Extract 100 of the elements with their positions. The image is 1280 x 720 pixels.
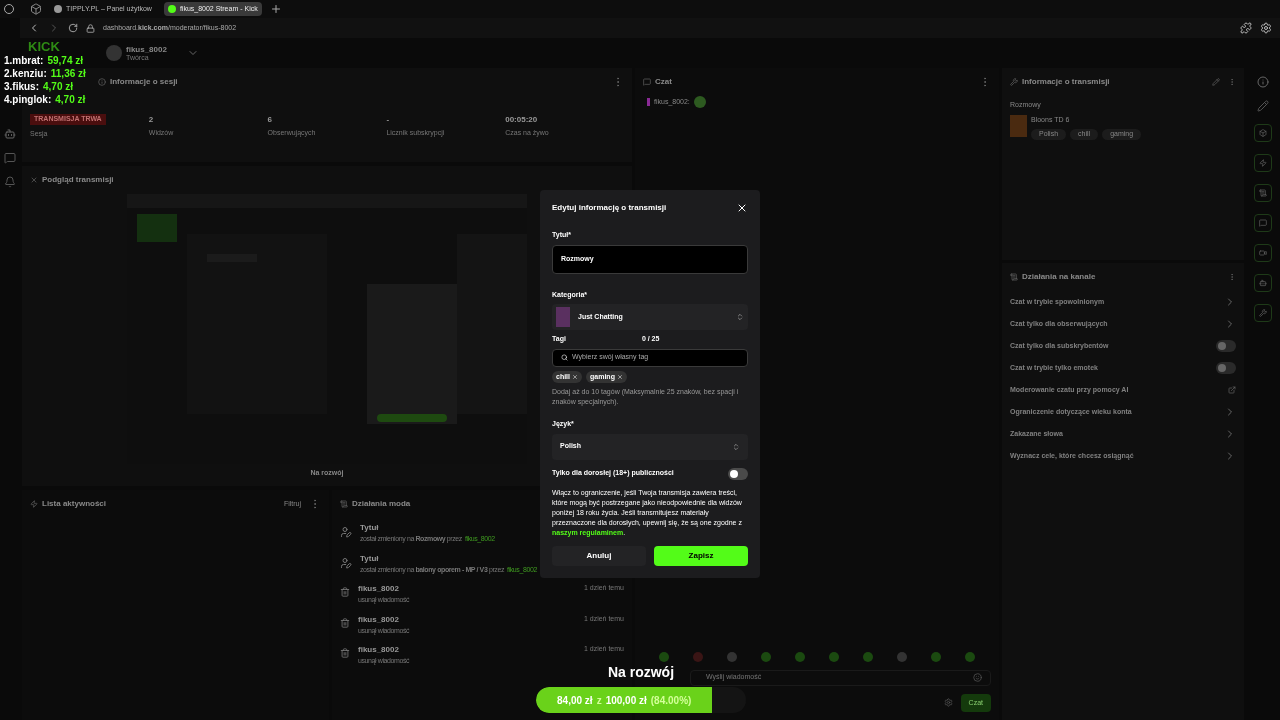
wrench-icon xyxy=(1010,78,1018,86)
category-thumbnail xyxy=(1010,114,1027,137)
rail-button[interactable] xyxy=(1253,244,1272,262)
bolt-icon xyxy=(1258,159,1267,167)
leaderboard-amount: 4,70 zł xyxy=(43,80,74,93)
save-button[interactable]: Zapisz xyxy=(654,545,748,566)
leaderboard-name: 2.kenziu: xyxy=(4,67,47,80)
leaderboard-amount: 59,74 zł xyxy=(47,54,84,67)
emote-icon[interactable] xyxy=(931,651,941,662)
more-icon[interactable] xyxy=(1228,273,1236,281)
cancel-button[interactable]: Anuluj xyxy=(552,545,646,566)
rail-button[interactable] xyxy=(1253,124,1272,142)
remove-icon[interactable] xyxy=(572,373,578,380)
rail-button[interactable] xyxy=(1253,304,1272,322)
log-icon xyxy=(1010,273,1018,281)
external-link-icon xyxy=(1228,386,1236,394)
badge-icon xyxy=(647,98,650,106)
settings-icon[interactable] xyxy=(1260,22,1272,34)
avatar-icon xyxy=(106,45,122,61)
close-icon[interactable] xyxy=(736,202,748,214)
emote-icon[interactable] xyxy=(795,651,805,662)
stat-value: 2 xyxy=(148,114,155,124)
action-name: fikus_8002 xyxy=(358,644,399,656)
goal-current: 84,00 zł xyxy=(557,693,593,708)
sidebar-bot-icon[interactable] xyxy=(4,128,16,140)
video-icon xyxy=(1258,249,1267,257)
emoji-icon[interactable] xyxy=(973,673,982,682)
emote-icon[interactable] xyxy=(761,651,771,662)
leaderboard-amount: 4,70 zł xyxy=(55,93,86,106)
bot-icon xyxy=(1258,279,1267,287)
panel-title: Działania moda xyxy=(352,498,411,510)
user-name: fikus_8002 xyxy=(126,45,167,54)
sidebar-chat-icon[interactable] xyxy=(4,152,16,164)
emote-icon[interactable] xyxy=(727,651,737,662)
toggle-switch[interactable] xyxy=(728,467,748,480)
extension-icon[interactable] xyxy=(1240,22,1252,34)
user-edit-icon xyxy=(340,526,352,538)
log-icon xyxy=(340,500,348,508)
panel-title: Lista aktywności xyxy=(42,498,107,510)
action-name: fikus_8002 xyxy=(358,583,399,595)
stat-value: 6 xyxy=(267,114,274,124)
rail-button[interactable] xyxy=(1253,214,1272,232)
leaderboard-name: 3.fikus: xyxy=(4,80,39,93)
action-name: fikus_8002 xyxy=(358,613,399,626)
user-edit-icon xyxy=(340,556,352,569)
chat-icon xyxy=(643,78,651,86)
panel-title: Działania na kanale xyxy=(1022,271,1096,283)
emote-icon[interactable] xyxy=(829,651,839,662)
stat-value: 00:05:20 xyxy=(505,114,539,124)
wrench-icon xyxy=(1258,309,1267,317)
more-icon[interactable] xyxy=(1228,78,1236,86)
leaderboard-amount: 11,36 zł xyxy=(50,67,86,80)
goal-target: 100,00 zł xyxy=(605,693,647,708)
info-icon xyxy=(98,78,106,86)
reload-icon[interactable] xyxy=(68,23,78,33)
bolt-icon xyxy=(30,500,38,508)
goal-percent: (84.00%) xyxy=(650,693,692,708)
leaderboard-name: 4.pinglok: xyxy=(4,93,52,106)
goal-separator: z xyxy=(596,693,602,708)
toggle-switch[interactable] xyxy=(1216,340,1236,352)
sidebar-bell-icon[interactable] xyxy=(4,176,16,188)
trash-icon xyxy=(340,617,350,628)
goal-title: Na rozwój xyxy=(607,663,675,682)
panel-title: Informacje o transmisji xyxy=(1022,76,1110,88)
select-arrows-icon xyxy=(732,442,740,451)
emote-icon[interactable] xyxy=(659,651,669,662)
lock-icon xyxy=(86,23,95,33)
pencil-icon[interactable] xyxy=(1256,100,1269,112)
search-icon xyxy=(561,354,568,361)
emote-icon[interactable] xyxy=(897,651,907,662)
emote-icon xyxy=(693,96,706,108)
panel-title: Informacje o sesji xyxy=(110,76,178,88)
remove-icon[interactable] xyxy=(616,373,623,380)
trash-icon xyxy=(340,587,350,597)
action-name: Tytuł xyxy=(360,552,379,565)
rail-button[interactable] xyxy=(1253,274,1272,292)
rail-button[interactable] xyxy=(1253,184,1272,202)
collapse-icon[interactable] xyxy=(30,176,38,184)
new-tab-icon[interactable] xyxy=(269,3,282,15)
box-icon xyxy=(1258,129,1267,137)
emote-icon[interactable] xyxy=(965,651,975,662)
edit-icon[interactable] xyxy=(1212,78,1220,86)
panel-title: Czat xyxy=(655,76,672,88)
workspace-icon[interactable] xyxy=(30,3,42,15)
emote-icon[interactable] xyxy=(693,651,703,662)
panel-title: Podgląd transmisji xyxy=(42,174,114,186)
logo[interactable]: KICK xyxy=(28,41,78,53)
emote-icon[interactable] xyxy=(863,651,873,662)
rail-button[interactable] xyxy=(1253,154,1272,172)
select-arrows-icon xyxy=(736,313,744,321)
dialog-title: Edytuj informację o transmisji xyxy=(552,202,667,214)
action-name: Tytuł xyxy=(360,522,379,534)
document-icon xyxy=(1258,189,1267,197)
category-thumbnail xyxy=(556,307,570,327)
leaderboard-name: 1.mbrat: xyxy=(4,54,44,67)
stat-value: - xyxy=(386,114,391,124)
info-icon[interactable] xyxy=(1256,76,1269,88)
trash-icon xyxy=(340,648,350,658)
chat-icon xyxy=(1258,219,1267,227)
toggle-switch[interactable] xyxy=(1216,362,1236,374)
